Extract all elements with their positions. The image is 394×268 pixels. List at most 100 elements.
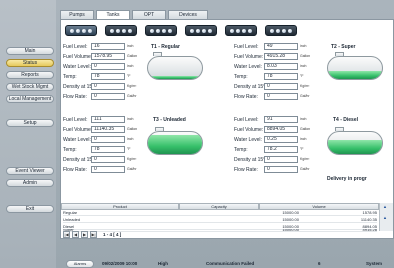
flow-rate-field[interactable]: 0 bbox=[264, 166, 298, 173]
indicator-icon bbox=[116, 29, 120, 33]
density-field[interactable]: 0 bbox=[264, 83, 298, 90]
indicator-icon bbox=[156, 29, 160, 33]
fuel-level-field[interactable]: 16 bbox=[91, 43, 125, 50]
prev-page-button[interactable]: ◀ bbox=[72, 231, 79, 238]
alarm-source: System bbox=[366, 261, 383, 266]
sidebar-item-reports[interactable]: Reports bbox=[6, 71, 54, 79]
sidebar: Main Status Reports Wet Stock Mgmt Local… bbox=[0, 0, 56, 268]
tank-selector-2[interactable] bbox=[105, 25, 137, 36]
fuel-level-field[interactable]: 111 bbox=[91, 116, 125, 123]
density-field[interactable]: 0 bbox=[91, 156, 125, 163]
sidebar-item-event-viewer[interactable]: Event Viewer bbox=[6, 167, 54, 175]
sidebar-item-status[interactable]: Status bbox=[6, 59, 54, 67]
table-cell-capacity: 15000.00 bbox=[179, 210, 299, 216]
sidebar-item-main[interactable]: Main bbox=[6, 47, 54, 55]
table-cell-volume: 1578.95 bbox=[299, 210, 377, 216]
sidebar-item-exit[interactable]: Exit bbox=[6, 205, 54, 213]
alarm-severity: High bbox=[158, 261, 168, 266]
temp-field[interactable]: 78 bbox=[91, 73, 125, 80]
indicator-icon bbox=[196, 29, 200, 33]
tank-fill bbox=[328, 70, 382, 79]
table-header-product[interactable]: Product bbox=[61, 203, 179, 210]
tank-title: T1 - Regular bbox=[151, 44, 180, 50]
sidebar-item-setup[interactable]: Setup bbox=[6, 119, 54, 127]
temp-label: Temp: bbox=[234, 74, 248, 80]
sidebar-item-wet-stock-mgmt[interactable]: Wet Stock Mgmt bbox=[6, 83, 54, 91]
alarm-count: 6 bbox=[318, 261, 321, 266]
indicator-icon bbox=[242, 29, 246, 33]
density-field[interactable]: 0 bbox=[91, 83, 125, 90]
water-level-label: Water Level: bbox=[63, 64, 91, 70]
tank-selector-4[interactable] bbox=[185, 25, 217, 36]
tank-selector-1[interactable] bbox=[65, 25, 97, 36]
water-level-label: Water Level: bbox=[234, 137, 262, 143]
table-cell-product: Regular bbox=[63, 210, 179, 216]
indicator-icon bbox=[230, 29, 234, 33]
fuel-volume-label: Fuel Volume: bbox=[63, 54, 93, 60]
indicator-icon bbox=[150, 29, 154, 33]
temp-label: Temp: bbox=[63, 74, 77, 80]
water-level-field[interactable]: 0.25 bbox=[264, 136, 298, 143]
temp-field[interactable]: 78.2 bbox=[264, 146, 298, 153]
table-header-capacity[interactable]: Capacity bbox=[179, 203, 259, 210]
tank-fill bbox=[328, 140, 382, 154]
flow-rate-label: Flow Rate: bbox=[63, 167, 87, 173]
last-page-button[interactable]: ▶| bbox=[90, 231, 97, 238]
temp-label: Temp: bbox=[63, 147, 77, 153]
temp-unit: °F bbox=[127, 147, 131, 151]
flow-rate-field[interactable]: 0 bbox=[264, 93, 298, 100]
indicator-icon bbox=[70, 29, 74, 33]
density-unit: Kg/m³ bbox=[127, 157, 137, 161]
first-page-button[interactable]: |◀ bbox=[63, 231, 70, 238]
table-scrollbar[interactable]: ▲ ▲ bbox=[379, 203, 393, 231]
alarms-button[interactable]: Alarms bbox=[66, 260, 94, 268]
scroll-up-icon[interactable]: ▲ bbox=[383, 204, 387, 209]
fuel-volume-field[interactable]: 8894.05 bbox=[264, 126, 298, 133]
fuel-level-field[interactable]: 91 bbox=[264, 116, 298, 123]
product-table: Product Capacity Volume Regular 15000.00… bbox=[61, 203, 379, 233]
sidebar-item-admin[interactable]: Admin bbox=[6, 179, 54, 187]
fuel-level-field[interactable]: 49 bbox=[264, 43, 298, 50]
tanks-panel: Fuel Level: 16 inch Fuel Volume: 1578.95… bbox=[60, 19, 394, 239]
density-field[interactable]: 0 bbox=[264, 156, 298, 163]
sidebar-item-local-management[interactable]: Local Management bbox=[6, 95, 54, 103]
scroll-up-icon[interactable]: ▲ bbox=[383, 215, 387, 220]
temp-label: Temp: bbox=[234, 147, 248, 153]
level-unit: inch bbox=[127, 137, 134, 141]
alarm-bar: Alarms 09/02/2009 10:00 High Communicati… bbox=[60, 258, 394, 268]
temp-field[interactable]: 78 bbox=[91, 146, 125, 153]
flow-rate-label: Flow Rate: bbox=[234, 167, 258, 173]
level-unit: inch bbox=[127, 64, 134, 68]
temp-field[interactable]: 78 bbox=[264, 73, 298, 80]
flow-rate-field[interactable]: 0 bbox=[91, 166, 125, 173]
water-level-field[interactable]: 0 bbox=[91, 136, 125, 143]
indicator-icon bbox=[122, 29, 126, 33]
delivery-status: Delivery in progr bbox=[327, 176, 367, 182]
water-level-field[interactable]: 8.03 bbox=[264, 63, 298, 70]
tank-graphic bbox=[327, 131, 383, 155]
flow-unit: Gal/hr bbox=[127, 167, 137, 171]
flow-unit: Gal/hr bbox=[300, 94, 310, 98]
tank-graphic bbox=[147, 56, 203, 80]
next-page-button[interactable]: ▶ bbox=[81, 231, 88, 238]
water-level-label: Water Level: bbox=[234, 64, 262, 70]
flow-unit: Gal/hr bbox=[300, 167, 310, 171]
table-cell-capacity: 15000.00 bbox=[179, 229, 299, 232]
fuel-level-label: Fuel Level: bbox=[63, 117, 88, 123]
indicator-icon bbox=[248, 29, 252, 33]
tank-selector-6[interactable] bbox=[265, 25, 297, 36]
fuel-volume-field[interactable]: 4915.28 bbox=[264, 53, 298, 60]
tank-selector-5[interactable] bbox=[225, 25, 257, 36]
fuel-volume-field[interactable]: 11140.35 bbox=[91, 126, 125, 133]
water-level-field[interactable]: 0 bbox=[91, 63, 125, 70]
indicator-icon bbox=[236, 29, 240, 33]
flow-rate-field[interactable]: 0 bbox=[91, 93, 125, 100]
fuel-volume-field[interactable]: 1578.95 bbox=[91, 53, 125, 60]
alarm-message: Communication Failed bbox=[206, 261, 255, 266]
indicator-icon bbox=[190, 29, 194, 33]
table-header-volume[interactable]: Volume bbox=[259, 203, 379, 210]
indicator-icon bbox=[76, 29, 80, 33]
tank-selector-3[interactable] bbox=[145, 25, 177, 36]
water-level-label: Water Level: bbox=[63, 137, 91, 143]
fuel-volume-label: Fuel Volume: bbox=[63, 127, 93, 133]
